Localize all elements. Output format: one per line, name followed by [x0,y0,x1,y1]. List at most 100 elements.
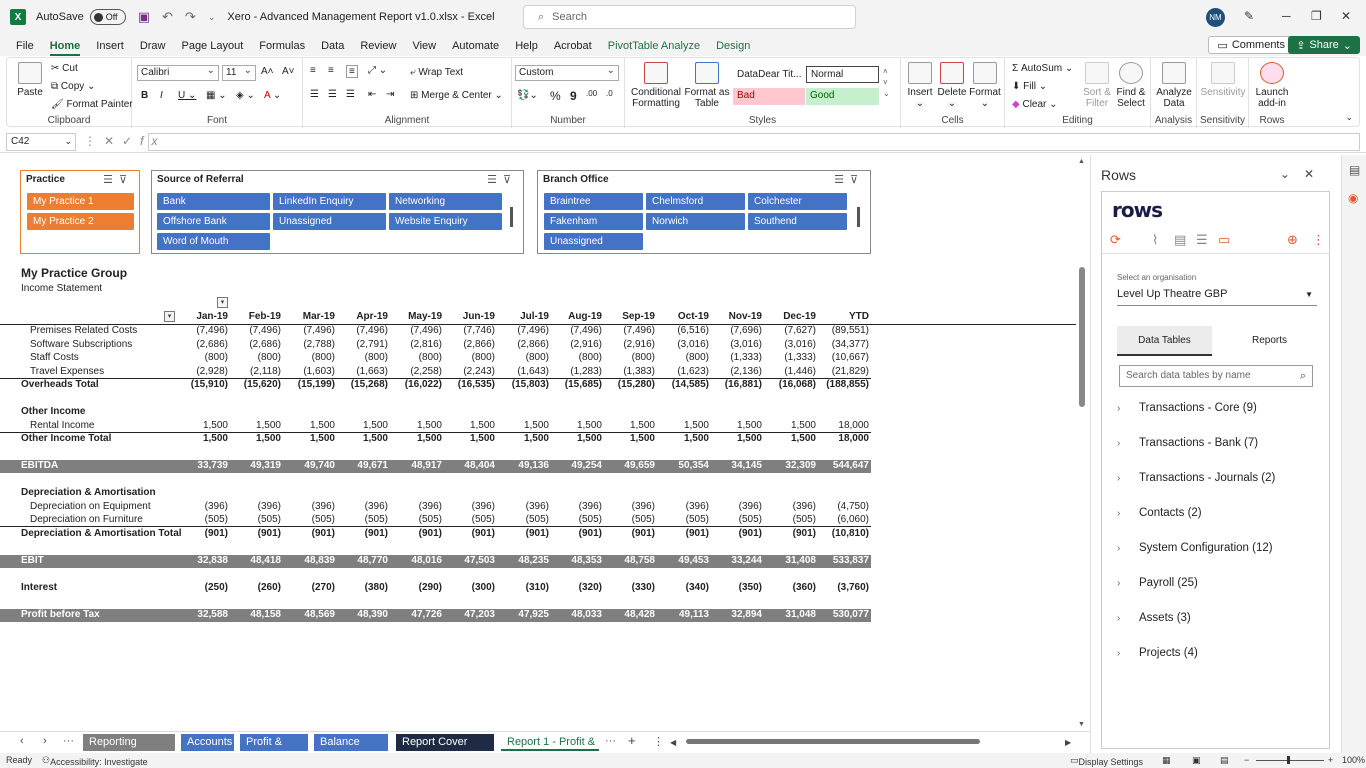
scroll-down-icon[interactable]: ▼ [1078,721,1085,728]
practice-slicer[interactable]: Practice ☰⊽ My Practice 1 My Practice 2 [20,170,140,254]
table-cell[interactable]: (901) [764,528,816,539]
table-cell[interactable]: (2,686) [176,339,228,350]
table-cell[interactable]: 1,500 [283,420,335,431]
table-cell[interactable]: (1,333) [764,352,816,363]
percent-icon[interactable]: % [550,89,561,103]
orientation-icon[interactable]: ⤢ ⌄ [368,65,387,76]
table-cell[interactable]: (505) [336,514,388,525]
table-cell[interactable]: 49,659 [603,460,655,471]
analyze-data-button[interactable]: Analyze Data [1154,62,1194,109]
table-cell[interactable]: (7,496) [497,325,549,336]
table-cell[interactable]: 47,203 [443,609,495,620]
cut-button[interactable]: ✂ Cut [51,63,78,74]
referral-chip[interactable]: Bank [157,193,270,210]
table-cell[interactable]: (396) [764,501,816,512]
format-painter-button[interactable]: 🖌 Format Painter [51,99,133,110]
italic-icon[interactable]: I [160,90,163,101]
table-cell[interactable]: 34,145 [710,460,762,471]
table-cell[interactable]: 1,500 [443,433,495,444]
undo-icon[interactable]: ↶ [162,9,173,25]
table-cell[interactable]: (901) [283,528,335,539]
referral-chip[interactable]: LinkedIn Enquiry [273,193,386,210]
table-cell[interactable]: (330) [603,582,655,593]
underline-icon[interactable]: U ⌄ [178,90,196,101]
tab-help[interactable]: Help [507,40,546,56]
align-right-icon[interactable]: ☰ [346,89,355,100]
table-cell[interactable]: (505) [550,514,602,525]
sheet-options-icon[interactable]: ⋮ [653,735,664,748]
table-cell[interactable]: (2,791) [336,339,388,350]
table-cell[interactable]: 50,354 [657,460,709,471]
table-cell[interactable]: 1,500 [443,420,495,431]
table-cell[interactable]: 544,647 [817,460,869,471]
table-cell[interactable]: (14,585) [657,379,709,390]
data-table-group[interactable]: › Payroll (25) [1117,577,1198,589]
table-cell[interactable]: (800) [176,352,228,363]
table-cell[interactable]: 1,500 [390,433,442,444]
refresh-icon[interactable]: ⟳ [1110,232,1121,248]
tab-reports[interactable]: Reports [1222,326,1317,356]
referral-chip[interactable]: Word of Mouth [157,233,270,250]
table-cell[interactable]: 32,894 [710,609,762,620]
table-cell[interactable]: (7,627) [764,325,816,336]
autosave-toggle[interactable]: Off [89,9,126,25]
practice-chip[interactable]: My Practice 2 [27,213,134,230]
table-cell[interactable]: (901) [550,528,602,539]
table-cell[interactable]: (1,446) [764,366,816,377]
table-cell[interactable]: (7,496) [176,325,228,336]
table-cell[interactable]: 33,244 [710,555,762,566]
table-cell[interactable]: 48,418 [229,555,281,566]
table-cell[interactable]: 1,500 [390,420,442,431]
table-cell[interactable]: (10,810) [817,528,869,539]
autosum-button[interactable]: Σ AutoSum ⌄ [1012,63,1073,74]
format-cells-button[interactable]: Format ⌄ [968,62,1002,109]
data-table-group[interactable]: › Projects (4) [1117,647,1198,659]
scroll-right-icon[interactable]: ▶ [1065,738,1071,747]
table-cell[interactable]: (396) [710,501,762,512]
table-cell[interactable]: 1,500 [764,433,816,444]
tab-design[interactable]: Design [708,40,758,56]
display-settings[interactable]: ▭ Display Settings [1070,755,1143,767]
table-cell[interactable]: (10,667) [817,352,869,363]
table-cell[interactable]: 530,077 [817,609,869,620]
table-cell[interactable]: (3,016) [657,339,709,350]
table-cell[interactable]: (1,663) [336,366,388,377]
table-cell[interactable]: (2,118) [229,366,281,377]
table-cell[interactable]: (800) [497,352,549,363]
more-sheets-icon[interactable]: ··· [63,735,74,747]
page-break-icon[interactable]: ▤ [1220,755,1229,766]
tab-automate[interactable]: Automate [444,40,507,56]
filter-dropdown-icon[interactable]: ▾ [217,297,228,308]
conditional-formatting-button[interactable]: Conditional Formatting [630,62,682,109]
table-cell[interactable]: (396) [443,501,495,512]
table-cell[interactable]: (16,535) [443,379,495,390]
slicer-scrollbar[interactable] [857,207,860,227]
table-cell[interactable]: (901) [229,528,281,539]
rows-addin-icon[interactable]: ◉ [1348,191,1358,205]
referral-chip[interactable]: Website Enquiry [389,213,502,230]
table-cell[interactable]: (800) [550,352,602,363]
data-table-group[interactable]: › System Configuration (12) [1117,542,1273,554]
table-cell[interactable]: (1,623) [657,366,709,377]
copy-button[interactable]: ⧉ Copy ⌄ [51,81,95,92]
table-cell[interactable]: 1,500 [603,433,655,444]
table-cell[interactable]: (2,928) [176,366,228,377]
table-cell[interactable]: 49,319 [229,460,281,471]
table-cell[interactable]: (34,377) [817,339,869,350]
table-cell[interactable]: (505) [229,514,281,525]
table-cell[interactable]: (396) [390,501,442,512]
pdf-icon[interactable]: ▤ [1174,232,1186,248]
table-cell[interactable]: (396) [336,501,388,512]
table-cell[interactable]: (6,060) [817,514,869,525]
table-cell[interactable]: (16,022) [390,379,442,390]
branch-chip[interactable]: Unassigned [544,233,643,250]
sheet-tab[interactable]: Profit & Loss [240,734,308,765]
table-cell[interactable]: (2,866) [497,339,549,350]
tab-page-layout[interactable]: Page Layout [173,40,251,56]
table-cell[interactable]: 32,838 [176,555,228,566]
table-cell[interactable]: (300) [443,582,495,593]
table-cell[interactable]: (270) [283,582,335,593]
table-cell[interactable]: 31,408 [764,555,816,566]
data-table-group[interactable]: › Transactions - Core (9) [1117,402,1257,414]
table-cell[interactable]: 47,726 [390,609,442,620]
